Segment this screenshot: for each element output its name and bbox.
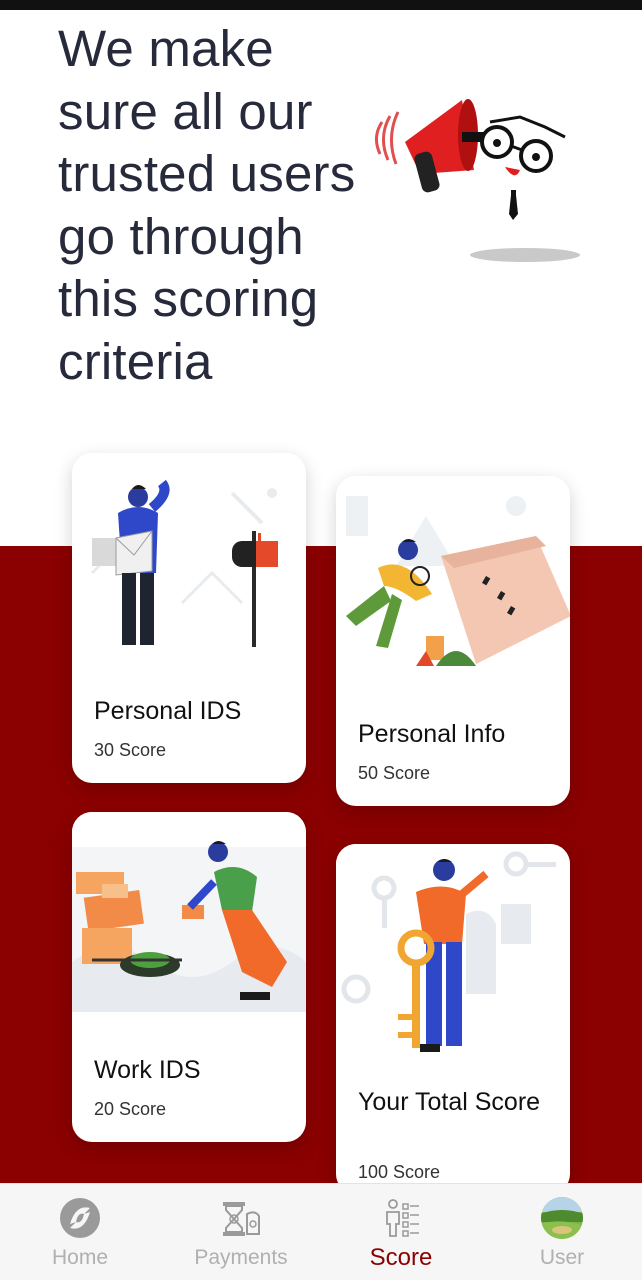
nav-label-home: Home [51, 1246, 109, 1269]
nav-item-payments[interactable]: Payments [161, 1184, 321, 1280]
payments-icon [223, 1202, 260, 1236]
nav-item-user[interactable]: User [482, 1184, 642, 1280]
status-bar [0, 0, 642, 10]
card-score: 100 Score [358, 1162, 441, 1182]
nav-label-user: User [539, 1246, 585, 1269]
score-card-personal-info[interactable]: Personal Info 50 Score [336, 476, 570, 806]
score-checklist-icon [386, 1199, 419, 1237]
user-avatar-icon [541, 1197, 583, 1239]
person-mailbox-illustration [72, 453, 306, 653]
score-card-work-ids[interactable]: Work IDS 20 Score [72, 812, 306, 1142]
card-title: Your Total Score [358, 1088, 541, 1116]
bottom-navigation: Home Payments Score User [0, 1183, 642, 1280]
nav-label-payments: Payments [194, 1246, 288, 1269]
person-magnifier-box-illustration [336, 476, 570, 671]
delivery-drone-illustration [72, 812, 306, 1012]
megaphone-mascot-illustration [375, 99, 580, 262]
score-card-personal-ids[interactable]: Personal IDS 30 Score [72, 453, 306, 783]
score-card-total[interactable]: Your Total Score 100 Score [336, 844, 570, 1194]
home-logo-icon [60, 1198, 100, 1238]
page-title: We make sure all our trusted users go th… [58, 20, 356, 390]
nav-item-score[interactable]: Score [321, 1184, 481, 1280]
person-key-illustration [336, 844, 570, 1059]
nav-label-score: Score [369, 1244, 433, 1271]
card-title: Personal IDS [94, 697, 242, 725]
nav-item-home[interactable]: Home [0, 1184, 160, 1280]
card-title: Work IDS [94, 1056, 201, 1084]
card-score: 50 Score [358, 763, 431, 783]
card-score: 30 Score [94, 740, 167, 760]
card-score: 20 Score [94, 1099, 167, 1119]
card-title: Personal Info [358, 720, 506, 748]
